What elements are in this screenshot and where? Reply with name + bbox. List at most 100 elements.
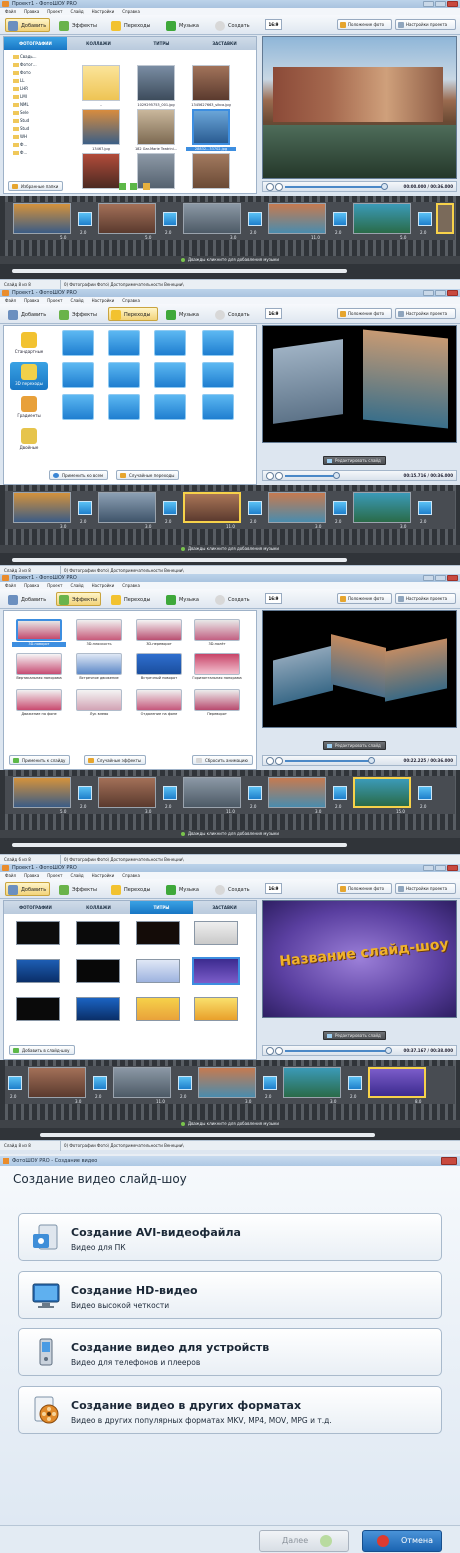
transition-tile[interactable] xyxy=(333,501,347,515)
menu-project[interactable]: Проект xyxy=(47,872,62,879)
slide-thumb[interactable] xyxy=(353,492,411,523)
create-button[interactable]: Создать xyxy=(212,882,254,896)
seek-knob[interactable] xyxy=(381,183,388,190)
tab-photos[interactable]: ФОТОГРАФИИ xyxy=(4,37,67,50)
menu-help[interactable]: Справка xyxy=(122,872,140,879)
transition-tile[interactable] xyxy=(62,394,94,420)
apply-to-slide-button[interactable]: Применить к слайду xyxy=(9,755,71,765)
transition-tile[interactable] xyxy=(108,362,140,388)
title-template[interactable] xyxy=(136,921,180,945)
folder-item[interactable]: NML xyxy=(6,101,60,109)
menu-file[interactable]: Файл xyxy=(5,8,16,15)
add-button[interactable]: Добавить xyxy=(5,307,50,321)
slide-thumb[interactable] xyxy=(183,777,241,808)
transition-tile[interactable] xyxy=(163,212,177,226)
edit-slide-button[interactable]: Редактировать слайд xyxy=(323,1031,386,1040)
timeline-scrollbar[interactable] xyxy=(40,1133,375,1137)
category-standard[interactable]: Стандартные xyxy=(10,330,48,358)
seek-bar[interactable] xyxy=(285,475,335,477)
next-button[interactable]: Далее xyxy=(259,1530,349,1552)
tab-photos[interactable]: ФОТОГРАФИИ xyxy=(4,901,67,914)
title-template[interactable] xyxy=(194,997,238,1021)
effect-tile[interactable] xyxy=(76,689,122,711)
menu-settings[interactable]: Настройки xyxy=(92,872,115,879)
file-thumb[interactable] xyxy=(137,65,175,101)
transition-tile[interactable] xyxy=(163,501,177,515)
slide-thumb[interactable] xyxy=(13,492,71,523)
aspect-ratio-button[interactable]: 16:9 xyxy=(265,883,282,894)
effect-tile[interactable] xyxy=(194,689,240,711)
folder-item[interactable]: Свадь... xyxy=(6,53,60,61)
close-button[interactable] xyxy=(447,865,458,871)
stop-icon[interactable] xyxy=(275,1047,283,1055)
transition-tile[interactable] xyxy=(108,330,140,356)
slide-thumb[interactable] xyxy=(283,1067,341,1098)
file-thumb[interactable] xyxy=(192,153,230,189)
transition-tile[interactable] xyxy=(202,330,234,356)
transition-tile[interactable] xyxy=(418,786,432,800)
menu-edit[interactable]: Правка xyxy=(24,8,39,15)
minimize-button[interactable] xyxy=(423,575,434,581)
title-template[interactable] xyxy=(136,959,180,983)
menu-edit[interactable]: Правка xyxy=(24,297,39,304)
slide-thumb[interactable] xyxy=(98,203,156,234)
play-icon[interactable] xyxy=(266,472,274,480)
file-thumb[interactable] xyxy=(82,153,120,189)
random-effects-button[interactable]: Случайные эффекты xyxy=(84,755,147,765)
seek-bar[interactable] xyxy=(285,1050,389,1052)
add-button[interactable]: Добавить xyxy=(5,18,50,32)
play-icon[interactable] xyxy=(266,757,274,765)
add-button[interactable]: Добавить xyxy=(5,592,50,606)
transitions-button[interactable]: Переходы xyxy=(108,882,158,896)
title-template[interactable] xyxy=(76,959,120,983)
title-template[interactable] xyxy=(16,997,60,1021)
folder-open-icon[interactable] xyxy=(143,183,150,190)
project-settings-button[interactable]: Настройки проекта xyxy=(395,308,456,319)
seek-bar[interactable] xyxy=(285,186,385,188)
transition-tile[interactable] xyxy=(78,786,92,800)
close-button[interactable] xyxy=(447,290,458,296)
dialog-close-button[interactable] xyxy=(441,1157,457,1165)
menu-settings[interactable]: Настройки xyxy=(92,297,115,304)
menu-project[interactable]: Проект xyxy=(47,8,62,15)
tab-titles[interactable]: ТИТРЫ xyxy=(130,37,193,50)
folder-item[interactable]: LHR xyxy=(6,85,60,93)
slide-thumb[interactable] xyxy=(113,1067,171,1098)
minimize-button[interactable] xyxy=(423,1,434,7)
category-double[interactable]: Двойные xyxy=(10,426,48,454)
effect-tile[interactable] xyxy=(194,653,240,675)
folder-item[interactable]: Stud xyxy=(6,117,60,125)
transition-tile[interactable] xyxy=(8,1076,22,1090)
tab-titles[interactable]: ТИТРЫ xyxy=(130,901,193,914)
slide-thumb-selected[interactable] xyxy=(183,492,241,523)
play-icon[interactable] xyxy=(266,1047,274,1055)
tab-collages[interactable]: КОЛЛАЖИ xyxy=(67,901,130,914)
slide-thumb[interactable] xyxy=(268,777,326,808)
minimize-button[interactable] xyxy=(423,290,434,296)
menu-edit[interactable]: Правка xyxy=(24,872,39,879)
menu-settings[interactable]: Настройки xyxy=(92,8,115,15)
music-button[interactable]: Музыка xyxy=(163,18,208,32)
folder-item[interactable]: Фото xyxy=(6,69,60,77)
apply-to-all-button[interactable]: Применить ко всем xyxy=(49,470,108,480)
transition-tile[interactable] xyxy=(248,212,262,226)
file-thumb[interactable] xyxy=(82,65,120,101)
transition-tile[interactable] xyxy=(154,330,186,356)
timeline-scrollbar[interactable] xyxy=(12,269,347,273)
file-thumb[interactable] xyxy=(137,109,175,145)
slide-thumb-selected[interactable] xyxy=(368,1067,426,1098)
maximize-button[interactable] xyxy=(435,290,446,296)
music-button[interactable]: Музыка xyxy=(163,307,208,321)
transition-tile[interactable] xyxy=(163,786,177,800)
edit-slide-button[interactable]: Редактировать слайд xyxy=(323,741,386,750)
slide-thumb[interactable] xyxy=(28,1067,86,1098)
transition-tile[interactable] xyxy=(154,394,186,420)
folder-item[interactable]: Ф... xyxy=(6,149,60,157)
transition-tile[interactable] xyxy=(108,394,140,420)
title-template[interactable] xyxy=(136,997,180,1021)
folder-item[interactable]: LL xyxy=(6,77,60,85)
transition-tile[interactable] xyxy=(202,394,234,420)
transition-tile[interactable] xyxy=(78,501,92,515)
option-avi[interactable]: Создание AVI-видеофайла Видео для ПК xyxy=(18,1213,442,1261)
reset-animation-button[interactable]: Сбросить анимацию xyxy=(192,755,253,765)
